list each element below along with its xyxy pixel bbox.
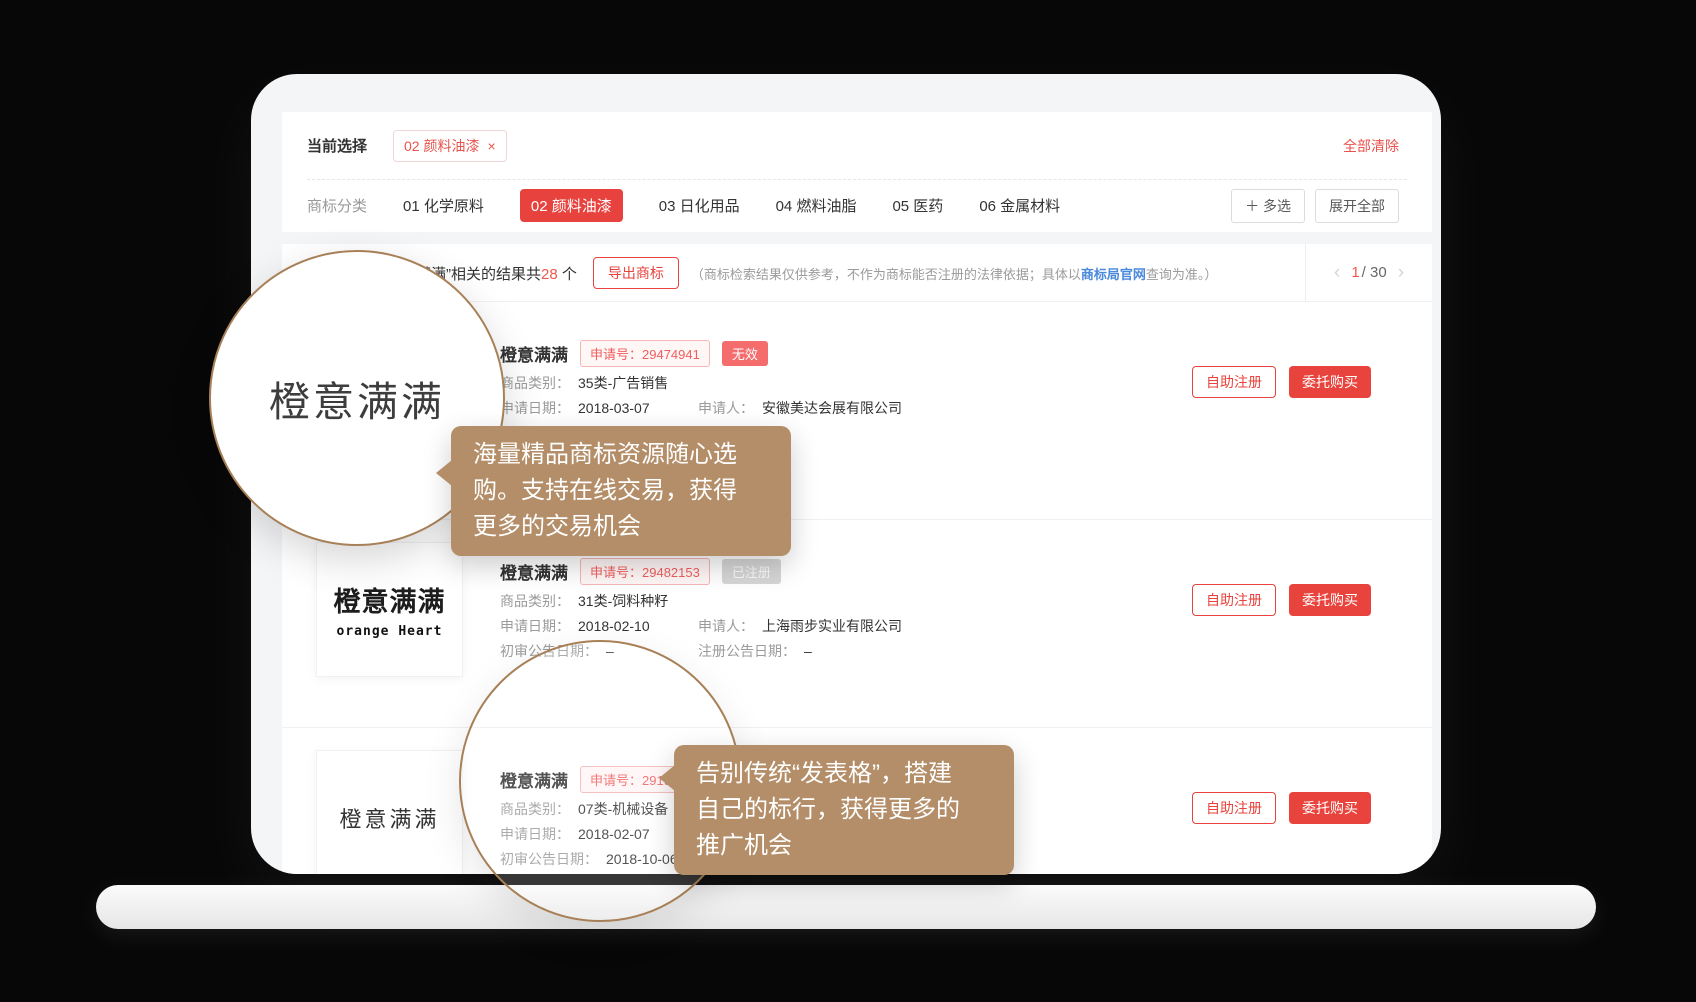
detail-line: 申请日期： 2018-03-07 申请人： 安徽美达会展有限公司 [500, 398, 1220, 418]
row-title-line: 橙意满满 申请号：29482153 已注册 [500, 558, 781, 585]
detail-label: 申请日期： [500, 400, 570, 416]
category-item-01[interactable]: 01 化学原料 [403, 195, 484, 216]
tooltip-line: 告别传统“发表格”，搭建 [696, 756, 992, 792]
status-badge: 已注册 [722, 559, 781, 584]
page-separator: / [1362, 264, 1366, 281]
detail-value: – [804, 643, 812, 659]
category-row: 商标分类 01 化学原料 02 颜料油漆 03 日化用品 04 燃料油脂 05 … [307, 179, 1399, 232]
current-selection-row: 当前选择 02 颜料油漆 × 全部清除 [307, 112, 1399, 179]
detail-value: 2018-02-10 [578, 618, 650, 634]
results-unit: 个 [558, 266, 577, 283]
category-item-04[interactable]: 04 燃料油脂 [776, 195, 857, 216]
row-actions: 自助注册 委托购买 [1192, 792, 1371, 824]
pagination: ‹ 1/ 30 › [1305, 244, 1432, 301]
results-count: 28 [541, 266, 558, 283]
trademark-name: 橙意满满 [500, 559, 568, 584]
page-indicator: 1/ 30 [1351, 264, 1386, 281]
row-title-line: 橙意满满 申请号：29474941 无效 [500, 340, 768, 367]
detail-label: 申请人： [698, 618, 754, 634]
self-register-button[interactable]: 自助注册 [1192, 792, 1276, 824]
application-number-tag: 申请号：29474941 [580, 340, 710, 367]
application-number-label: 申请号： [590, 347, 642, 362]
trademark-logo-text: 橙意满满 [334, 580, 446, 619]
category-item-06[interactable]: 06 金属材料 [979, 195, 1060, 216]
category-item-05[interactable]: 05 医药 [892, 195, 943, 216]
detail-value: 31类-饲料种籽 [578, 593, 668, 609]
detail-line: 商品类别： 31类-饲料种籽 [500, 591, 1220, 611]
application-number-value: 29474941 [642, 347, 700, 362]
tooltip-marketplace: 海量精品商标资源随心选 购。支持在线交易，获得 更多的交易机会 [451, 426, 791, 556]
trademark-office-link[interactable]: 商标局官网 [1081, 267, 1146, 282]
self-register-button[interactable]: 自助注册 [1192, 584, 1276, 616]
trademark-name: 橙意满满 [500, 341, 568, 366]
detail-line: 申请日期： 2018-02-10 申请人： 上海雨步实业有限公司 [500, 616, 1220, 636]
application-number-tag: 申请号：29482153 [580, 558, 710, 585]
detail-pair: 申请人： 安徽美达会展有限公司 [698, 398, 902, 418]
tooltip-line: 海量精品商标资源随心选 [473, 437, 769, 473]
detail-value: 2018-03-07 [578, 400, 650, 416]
disclaimer-note: （商标检索结果仅供参考，不作为商标能否注册的法律依据；具体以商标局官网查询为准。… [691, 264, 1218, 283]
detail-pair: 注册公告日期：– [698, 641, 812, 661]
category-item-03[interactable]: 03 日化用品 [659, 195, 740, 216]
detail-pair: 申请人： 上海雨步实业有限公司 [698, 616, 902, 636]
trademark-image-3: 橙意满满 [316, 750, 463, 874]
application-number-value: 29482153 [642, 565, 700, 580]
stage: 当前选择 02 颜料油漆 × 全部清除 商标分类 01 化学原料 02 颜料油漆… [0, 0, 1696, 1002]
status-badge: 无效 [722, 341, 768, 366]
tooltip-line: 自己的标行，获得更多的 [696, 792, 992, 828]
detail-value: 35类-广告销售 [578, 375, 668, 391]
detail-label: 申请日期： [500, 618, 570, 634]
category-label: 商标分类 [307, 195, 367, 216]
expand-all-button[interactable]: 展开全部 [1315, 189, 1399, 223]
export-trademarks-button[interactable]: 导出商标 [593, 257, 679, 289]
laptop-base [96, 885, 1596, 929]
trademark-logo-text: 橙意满满 [339, 802, 439, 834]
trademark-image-2: 橙意满满 orange Heart [316, 542, 463, 677]
close-icon[interactable]: × [487, 139, 495, 153]
selected-filter-tag[interactable]: 02 颜料油漆 × [393, 130, 507, 162]
disclaimer-after: 查询为准。） [1146, 267, 1218, 282]
chevron-right-icon[interactable]: › [1398, 263, 1404, 282]
multi-select-button[interactable]: ＋ 多选 [1231, 189, 1305, 223]
detail-label: 商品类别： [500, 375, 570, 391]
chevron-left-icon[interactable]: ‹ [1334, 263, 1340, 282]
tooltip-promotion: 告别传统“发表格”，搭建 自己的标行，获得更多的 推广机会 [674, 745, 1014, 875]
clear-all-button[interactable]: 全部清除 [1343, 136, 1399, 156]
selected-filter-tag-label: 02 颜料油漆 [404, 136, 479, 156]
magnified-trademark-text: 橙意满满 [269, 368, 445, 428]
detail-label: 注册公告日期： [698, 643, 796, 659]
entrust-purchase-button[interactable]: 委托购买 [1289, 792, 1371, 824]
disclaimer-before: （商标检索结果仅供参考，不作为商标能否注册的法律依据；具体以 [691, 267, 1081, 282]
current-selection-label: 当前选择 [307, 135, 367, 156]
entrust-purchase-button[interactable]: 委托购买 [1289, 366, 1371, 398]
tooltip-line: 推广机会 [696, 828, 992, 864]
detail-value: 安徽美达会展有限公司 [762, 400, 902, 416]
detail-label: 商品类别： [500, 593, 570, 609]
detail-label: 申请人： [698, 400, 754, 416]
tooltip-line: 购。支持在线交易，获得 [473, 473, 769, 509]
entrust-purchase-button[interactable]: 委托购买 [1289, 584, 1371, 616]
tooltip-line: 更多的交易机会 [473, 509, 769, 545]
page-current: 1 [1351, 264, 1359, 281]
row-actions: 自助注册 委托购买 [1192, 366, 1371, 398]
category-item-02-selected[interactable]: 02 颜料油漆 [520, 189, 623, 222]
row-actions: 自助注册 委托购买 [1192, 584, 1371, 616]
trademark-logo-subtext: orange Heart [337, 624, 443, 639]
self-register-button[interactable]: 自助注册 [1192, 366, 1276, 398]
detail-value: 上海雨步实业有限公司 [762, 618, 902, 634]
application-number-label: 申请号： [590, 565, 642, 580]
page-total: 30 [1370, 264, 1387, 281]
filter-panel: 当前选择 02 颜料油漆 × 全部清除 商标分类 01 化学原料 02 颜料油漆… [282, 112, 1432, 232]
detail-line: 商品类别： 35类-广告销售 [500, 373, 1220, 393]
